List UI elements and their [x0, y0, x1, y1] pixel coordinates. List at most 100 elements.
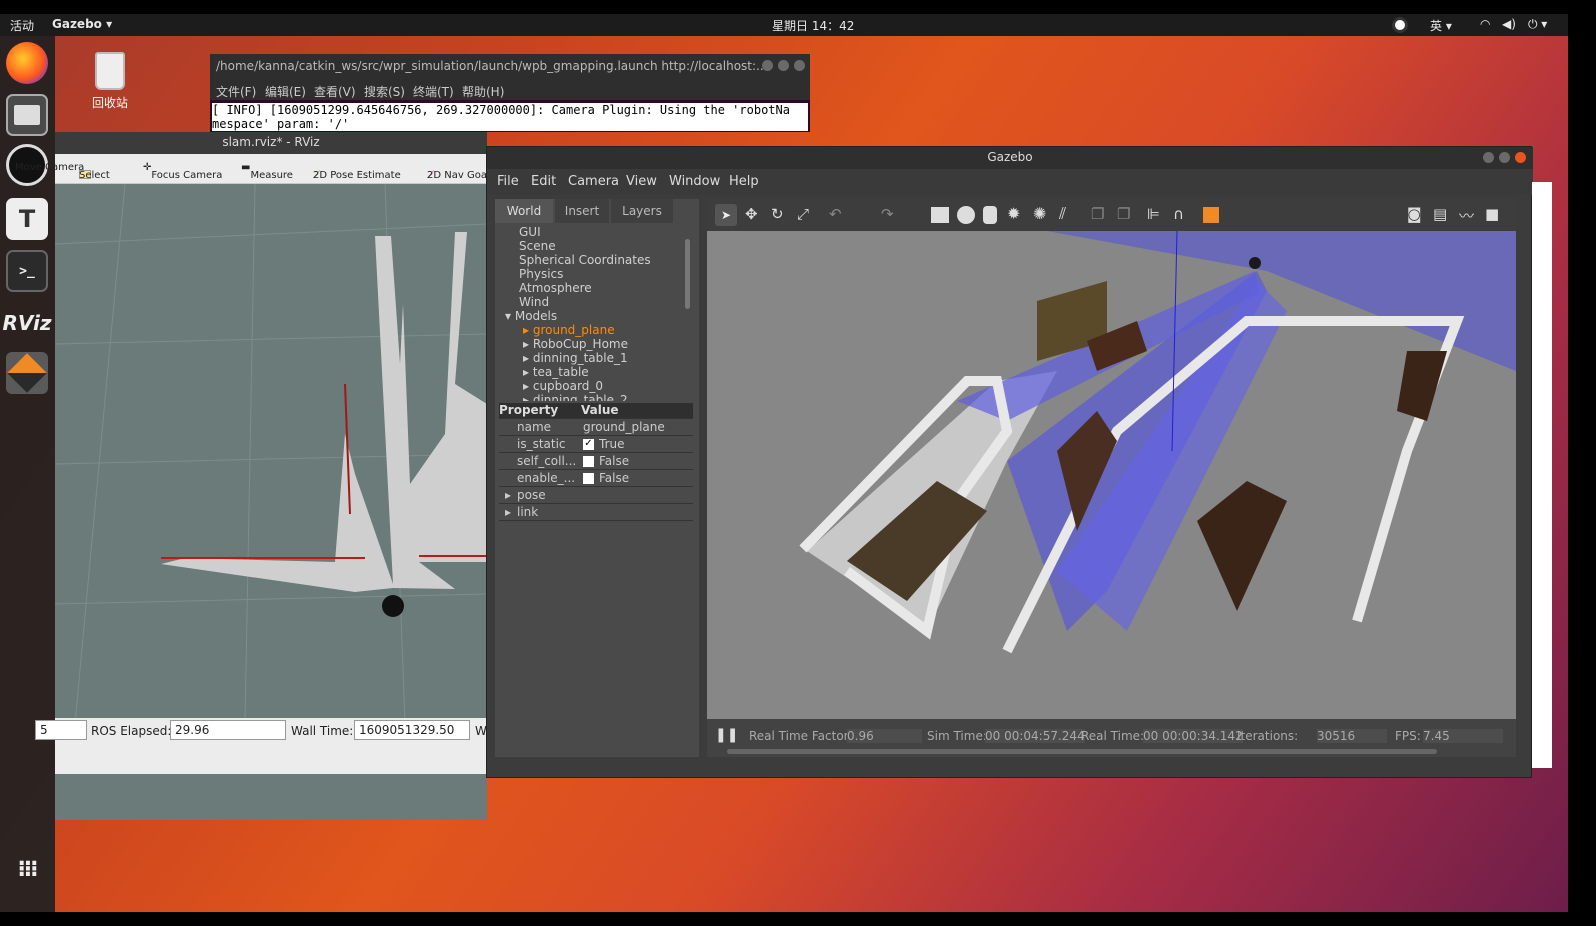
trash-desktop-item[interactable]: 回收站 [70, 52, 150, 111]
close-icon[interactable] [794, 60, 805, 71]
expand-down-icon[interactable]: ▾ [505, 309, 515, 323]
point-light-icon[interactable]: ✹ [1007, 204, 1020, 223]
3d-viewport[interactable] [707, 231, 1516, 719]
redo-icon[interactable]: ↷ [881, 205, 894, 223]
tree-item-ground-plane[interactable]: ▸ ground_plane [523, 323, 615, 337]
ros-time-field[interactable]: 5 [35, 720, 87, 740]
log-icon[interactable]: ▤ [1433, 205, 1447, 223]
files-icon[interactable] [6, 94, 48, 136]
tree-item-gui[interactable]: GUI [519, 225, 541, 239]
box-shape-icon[interactable] [931, 207, 949, 223]
copy-icon[interactable]: ❐ [1091, 205, 1104, 223]
scale-mode-icon[interactable]: ⤢ [797, 205, 809, 223]
tool-focus-camera[interactable]: ✛ Focus Camera [143, 162, 222, 181]
input-method[interactable]: 英 ▾ [1430, 17, 1452, 34]
ros-elapsed-field[interactable]: 29.96 [170, 720, 286, 740]
select-mode-icon[interactable]: ➤ [715, 204, 737, 226]
terminal-icon[interactable]: >_ [6, 250, 48, 292]
self-collide-checkbox[interactable] [583, 456, 594, 467]
tree-item-wind[interactable]: Wind [519, 295, 549, 309]
tree-item-physics[interactable]: Physics [519, 267, 563, 281]
tab-layers[interactable]: Layers [611, 199, 673, 223]
prop-row-pose[interactable]: ▸ pose [499, 488, 693, 504]
rotate-mode-icon[interactable]: ↻ [771, 205, 784, 223]
wall-time-field[interactable]: 1609051329.50 [354, 720, 470, 740]
prop-row-name[interactable]: name ground_plane [499, 420, 693, 436]
expand-right-icon[interactable]: ▸ [505, 505, 511, 519]
menu-help[interactable]: Help [729, 174, 759, 189]
tree-item-atmosphere[interactable]: Atmosphere [519, 281, 592, 295]
rviz-icon[interactable]: RViz [2, 302, 51, 344]
expand-right-icon[interactable]: ▸ [505, 488, 511, 502]
undo-icon[interactable]: ↶ [829, 205, 842, 223]
prop-row-self-collide[interactable]: self_coll... False [499, 454, 693, 470]
prop-key: pose [517, 488, 546, 502]
prop-key: is_static [517, 437, 566, 451]
tab-insert[interactable]: Insert [555, 199, 609, 223]
tree-item-dinning-table-2[interactable]: ▸ dinning_table_2 [523, 393, 628, 401]
app-grid-icon[interactable]: ⁝⁝⁝ [6, 848, 48, 890]
translate-mode-icon[interactable]: ✥ [745, 205, 758, 223]
obs-tray-icon[interactable] [1392, 17, 1408, 33]
tree-item-scene[interactable]: Scene [519, 239, 556, 253]
close-icon[interactable] [1515, 152, 1526, 163]
terminal-output[interactable]: [ INFO] [1609051299.645646756, 269.32700… [212, 103, 808, 131]
clock[interactable]: 星期日 14：42 [772, 17, 854, 34]
terminal-line: mespace' param: '/' [212, 117, 350, 131]
gazebo-title: Gazebo [987, 150, 1033, 164]
activities-button[interactable]: 活动 [10, 17, 34, 34]
power-icon[interactable]: ⏻ ▾ [1528, 17, 1547, 32]
iterations-label: Iterations: [1237, 729, 1299, 743]
is-static-checkbox[interactable]: ✓ [583, 439, 594, 450]
tree-item-dinning-table-1[interactable]: ▸ dinning_table_1 [523, 351, 628, 365]
wifi-icon[interactable]: ◠ [1480, 17, 1490, 31]
menu-view[interactable]: View [626, 174, 657, 189]
tree-item-spherical-coordinates[interactable]: Spherical Coordinates [519, 253, 651, 267]
tree-item-robocup-home[interactable]: ▸ RoboCup_Home [523, 337, 628, 351]
menu-edit[interactable]: Edit [531, 174, 556, 189]
paste-icon[interactable]: ❐ [1117, 205, 1130, 223]
snap-icon[interactable]: ∩ [1173, 205, 1184, 223]
text-editor-icon[interactable]: T [6, 198, 48, 240]
tree-item-cupboard-0[interactable]: ▸ cupboard_0 [523, 379, 603, 393]
tree-scrollbar[interactable] [685, 239, 690, 309]
prop-row-enable-wind[interactable]: enable_... False [499, 471, 693, 487]
menu-terminal[interactable]: 终端(T) [413, 83, 454, 100]
menu-help[interactable]: 帮助(H) [462, 83, 504, 100]
prop-row-link[interactable]: ▸ link [499, 505, 693, 521]
minimize-icon[interactable] [1483, 152, 1494, 163]
view-angle-icon[interactable] [1203, 207, 1219, 223]
gazebo-icon[interactable] [6, 352, 48, 394]
minimize-icon[interactable] [762, 60, 773, 71]
cylinder-shape-icon[interactable] [983, 206, 997, 224]
tree-item-models[interactable]: ▾ Models [505, 309, 557, 323]
align-icon[interactable]: ⊫ [1147, 205, 1160, 223]
menu-window[interactable]: Window [669, 174, 720, 189]
maximize-icon[interactable] [1499, 152, 1510, 163]
video-record-icon[interactable]: ■ [1485, 205, 1499, 223]
menu-camera[interactable]: Camera [568, 174, 619, 189]
horizontal-scrollbar[interactable] [727, 749, 1437, 754]
app-menu[interactable]: Gazebo ▾ [52, 17, 112, 31]
prop-row-is-static[interactable]: is_static ✓ True [499, 437, 693, 453]
sim-time-value: 00 00:04:57.244 [985, 729, 1085, 743]
tree-item-tea-table[interactable]: ▸ tea_table [523, 365, 589, 379]
pause-button[interactable]: ❚❚ [715, 727, 738, 743]
enable-wind-checkbox[interactable] [583, 473, 594, 484]
firefox-icon[interactable] [6, 42, 48, 84]
volume-icon[interactable]: ◀) [1502, 17, 1516, 31]
menu-view[interactable]: 查看(V) [314, 83, 356, 100]
screenshot-icon[interactable]: ◙ [1407, 205, 1422, 223]
menu-edit[interactable]: 编辑(E) [265, 83, 306, 100]
tool-move-camera[interactable]: Move Camera [15, 162, 84, 173]
spot-light-icon[interactable]: ✺ [1033, 204, 1046, 223]
directional-light-icon[interactable]: ⫽ [1059, 204, 1066, 224]
menu-file[interactable]: File [497, 174, 519, 189]
tool-measure[interactable]: ▬ Measure [241, 162, 293, 181]
plot-icon[interactable]: 〰 [1459, 205, 1474, 226]
sphere-shape-icon[interactable] [957, 206, 975, 224]
menu-search[interactable]: 搜索(S) [364, 83, 405, 100]
maximize-icon[interactable] [778, 60, 789, 71]
menu-file[interactable]: 文件(F) [216, 83, 256, 100]
tab-world[interactable]: World [495, 199, 553, 223]
